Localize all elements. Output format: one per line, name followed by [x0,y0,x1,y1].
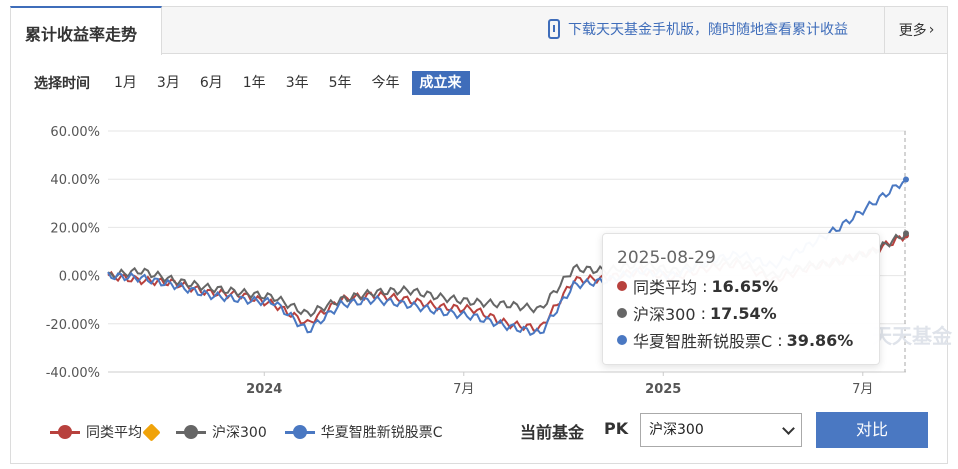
tooltip-series-name: 沪深300 [633,305,696,324]
x-tick-label: 7月 [852,382,873,397]
watermark: 天天基金 [872,324,952,348]
tooltip-row-category-avg: 同类平均 : 16.65% [617,274,865,298]
tooltip-dot [617,308,627,318]
legend-line-icon [176,425,206,439]
legend-line-icon [50,425,80,439]
y-tick-label: 40.00% [50,173,100,188]
tooltip-sep: : [697,276,708,296]
tooltip-series-name: 同类平均 [633,278,698,297]
tooltip-series-name: 华夏智胜新锐股票C [633,332,773,351]
x-tick-label: 2025 [645,382,681,397]
compare-select[interactable]: 沪深300 [640,413,802,447]
legend-line-icon [284,425,315,439]
y-tick-label: 20.00% [50,221,100,236]
y-tick-label: -20.00% [46,318,100,333]
tooltip-value: 17.54% [710,303,777,323]
y-tick-label: -40.00% [46,366,100,381]
chevron-down-icon [782,422,795,435]
current-fund-label: 当前基金 [520,423,585,442]
diamond-badge-icon [142,422,161,442]
legend-item-hs300[interactable]: 沪深300 [176,422,267,442]
legend-label: 沪深300 [212,425,267,441]
tooltip-sep: : [772,330,783,350]
tooltip-value: 16.65% [711,276,779,296]
legend-item-fund[interactable]: 华夏智胜新锐股票C [284,422,443,442]
legend-label: 同类平均 [86,425,142,441]
tooltip-sep: : [695,303,707,323]
legend-item-category-avg[interactable]: 同类平均 [50,422,161,442]
y-tick-label: 60.00% [50,125,100,140]
chart-legend: 同类平均 沪深300 华夏智胜新锐股票C [50,422,461,442]
legend-label: 华夏智胜新锐股票C [320,425,443,441]
tooltip-row-fund: 华夏智胜新锐股票C : 39.86% [617,328,865,352]
pk-label: PK [604,419,629,438]
series-end-point-2 [903,176,909,183]
tooltip-row-hs300: 沪深300 : 17.54% [617,301,865,325]
compare-select-value: 沪深300 [649,422,704,438]
tooltip-value: 39.86% [786,330,854,350]
y-tick-label: 0.00% [59,270,100,285]
compare-button[interactable]: 对比 [816,412,928,448]
tooltip-dot [617,281,627,291]
x-tick-label: 2024 [246,382,282,397]
tooltip-dot [617,335,627,345]
x-tick-label: 7月 [453,382,474,397]
series-end-point-1 [903,230,909,237]
tooltip-date: 2025-08-29 [617,248,716,268]
chart-tooltip: 2025-08-29 同类平均 : 16.65% 沪深300 : 17.54% … [602,233,880,365]
